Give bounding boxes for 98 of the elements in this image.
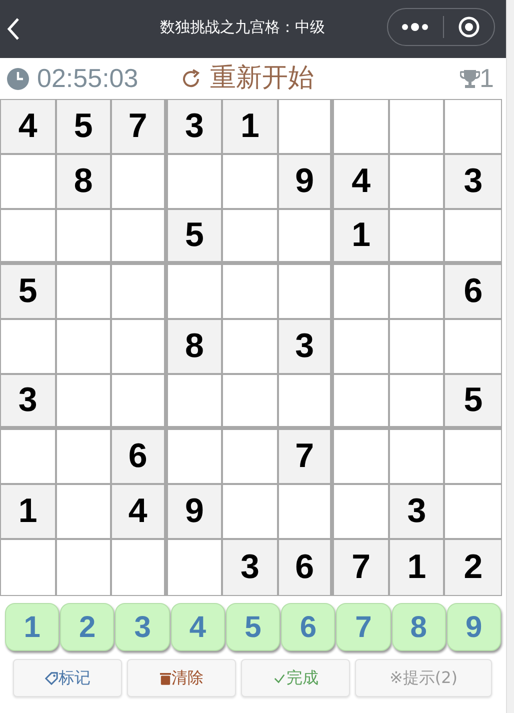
tag-icon: [44, 672, 58, 684]
board-cell[interactable]: [223, 320, 279, 375]
close-icon[interactable]: [458, 16, 480, 38]
number-key[interactable]: 5: [226, 603, 280, 651]
board-cell[interactable]: [334, 485, 390, 540]
back-icon[interactable]: [6, 17, 20, 41]
board-cell[interactable]: 9: [168, 485, 224, 540]
board-cell[interactable]: [56, 210, 112, 265]
board-cell[interactable]: [223, 375, 279, 430]
timer-text: 02:55:03: [37, 62, 138, 95]
board-cell[interactable]: [56, 375, 112, 430]
number-key[interactable]: 2: [60, 603, 114, 651]
board-cell[interactable]: [278, 210, 334, 265]
board-cell[interactable]: [112, 375, 168, 430]
board-cell[interactable]: [390, 430, 446, 485]
restart-button[interactable]: 重新开始: [180, 59, 314, 98]
board-cell[interactable]: [112, 155, 168, 210]
board-cell[interactable]: 6: [445, 265, 501, 320]
board-cell[interactable]: [390, 210, 446, 265]
board-cell[interactable]: [223, 155, 279, 210]
board-cell[interactable]: [56, 320, 112, 375]
board-cell[interactable]: 3: [223, 540, 279, 595]
trash-icon: [160, 672, 170, 684]
number-key[interactable]: 9: [446, 603, 501, 651]
board-cell[interactable]: [278, 100, 334, 155]
board-cell[interactable]: [56, 430, 112, 485]
board-cell[interactable]: 6: [112, 430, 168, 485]
trophy-count: 1: [480, 62, 494, 95]
board-cell[interactable]: [168, 155, 224, 210]
board-cell[interactable]: 6: [278, 540, 334, 595]
board-cell[interactable]: [334, 265, 390, 320]
board-cell[interactable]: 4: [1, 100, 57, 155]
refresh-icon: [180, 68, 202, 90]
board-cell[interactable]: [390, 375, 446, 430]
board-cell[interactable]: [334, 320, 390, 375]
board-cell[interactable]: [223, 485, 279, 540]
mark-button[interactable]: 标记: [13, 659, 122, 697]
board-cell[interactable]: 3: [390, 485, 446, 540]
board-cell[interactable]: 7: [334, 540, 390, 595]
board-cell[interactable]: 3: [168, 100, 224, 155]
board-cell[interactable]: [223, 210, 279, 265]
board-cell[interactable]: [112, 265, 168, 320]
board-cell[interactable]: [223, 265, 279, 320]
board-cell[interactable]: 7: [278, 430, 334, 485]
board-cell[interactable]: [168, 265, 224, 320]
board-cell[interactable]: 1: [390, 540, 446, 595]
board-cell[interactable]: [168, 540, 224, 595]
board-cell[interactable]: [334, 100, 390, 155]
board-cell[interactable]: [223, 430, 279, 485]
board-cell[interactable]: 5: [56, 100, 112, 155]
board-cell[interactable]: 2: [445, 540, 501, 595]
board-cell[interactable]: 1: [1, 485, 57, 540]
number-key[interactable]: 8: [392, 603, 446, 651]
board-cell[interactable]: [1, 155, 57, 210]
number-key[interactable]: 7: [336, 603, 391, 651]
board-cell[interactable]: [390, 155, 446, 210]
board-cell[interactable]: [1, 430, 57, 485]
number-key[interactable]: 1: [5, 603, 60, 651]
board-cell[interactable]: [278, 265, 334, 320]
board-cell[interactable]: [112, 320, 168, 375]
board-cell[interactable]: [390, 100, 446, 155]
board-cell[interactable]: [56, 265, 112, 320]
board-cell[interactable]: [278, 485, 334, 540]
board-cell[interactable]: 9: [278, 155, 334, 210]
board-cell[interactable]: [168, 375, 224, 430]
board-cell[interactable]: [112, 210, 168, 265]
board-cell[interactable]: [56, 485, 112, 540]
number-key[interactable]: 6: [281, 603, 336, 651]
board-cell[interactable]: 5: [445, 375, 501, 430]
board-cell[interactable]: [1, 320, 57, 375]
board-cell[interactable]: [334, 375, 390, 430]
board-cell[interactable]: 1: [223, 100, 279, 155]
window-title: 数独挑战之九宫格：中级: [160, 17, 325, 38]
board-cell[interactable]: [390, 320, 446, 375]
board-cell[interactable]: [1, 210, 57, 265]
board-cell[interactable]: 4: [112, 485, 168, 540]
more-icon[interactable]: [401, 22, 429, 32]
board-cell[interactable]: 7: [112, 100, 168, 155]
board-cell[interactable]: [168, 430, 224, 485]
board-cell[interactable]: [56, 540, 112, 595]
board-cell[interactable]: 5: [1, 265, 57, 320]
board-cell[interactable]: 3: [278, 320, 334, 375]
board-cell[interactable]: 3: [1, 375, 57, 430]
board-cell[interactable]: [390, 265, 446, 320]
number-key[interactable]: 4: [170, 603, 225, 651]
clock-icon: [6, 66, 30, 90]
board-cell[interactable]: [334, 430, 390, 485]
trophy-icon: [460, 68, 480, 90]
number-key[interactable]: 3: [115, 603, 170, 651]
clear-button[interactable]: 清除: [127, 659, 236, 697]
board-cell[interactable]: 3: [445, 155, 501, 210]
board-cell[interactable]: 8: [56, 155, 112, 210]
board-cell[interactable]: 1: [334, 210, 390, 265]
board-cell[interactable]: 8: [168, 320, 224, 375]
board-cell[interactable]: 5: [168, 210, 224, 265]
check-icon: [272, 672, 286, 684]
board-cell[interactable]: [278, 375, 334, 430]
board-cell[interactable]: 4: [334, 155, 390, 210]
